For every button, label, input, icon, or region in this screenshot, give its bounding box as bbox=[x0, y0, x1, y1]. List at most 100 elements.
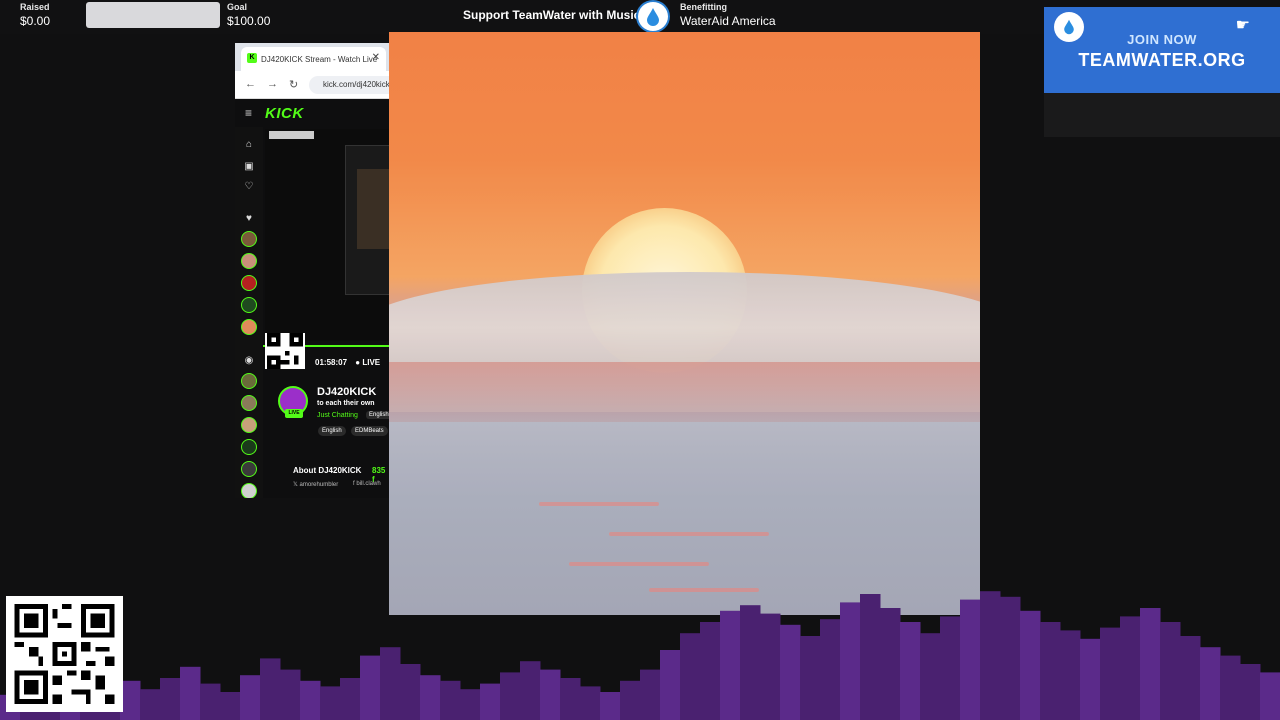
visualizer-bar bbox=[1060, 630, 1081, 720]
avatar[interactable] bbox=[241, 439, 257, 455]
nested-stream-preview bbox=[265, 129, 390, 341]
kick-logo[interactable]: KICK bbox=[265, 105, 304, 122]
visualizer-bar bbox=[1220, 655, 1241, 720]
tab-bar: K DJ420KICK Stream - Watch Live ✕ bbox=[235, 43, 390, 71]
avatar[interactable] bbox=[241, 319, 257, 335]
visualizer-bar bbox=[1100, 627, 1121, 720]
qr-code[interactable] bbox=[6, 596, 123, 712]
visualizer-bar bbox=[520, 661, 541, 720]
visualizer-bar bbox=[260, 658, 281, 720]
goal-label: Goal bbox=[227, 2, 248, 12]
visualizer-bar bbox=[440, 680, 461, 720]
visualizer-bar bbox=[720, 610, 741, 720]
language-tag[interactable]: English bbox=[366, 411, 390, 419]
avatar[interactable] bbox=[241, 483, 257, 498]
water-drop-icon bbox=[636, 0, 670, 33]
avatar[interactable] bbox=[241, 275, 257, 291]
browser-capture: K DJ420KICK Stream - Watch Live ✕ ← → ↻ … bbox=[235, 43, 390, 498]
visualizer-bar bbox=[700, 622, 721, 720]
channel-name[interactable]: DJ420KICK bbox=[317, 386, 376, 398]
visualizer-bar bbox=[620, 680, 641, 720]
visualizer-bar bbox=[820, 619, 841, 720]
raised-label: Raised bbox=[20, 2, 50, 12]
visualizer-bar bbox=[1160, 622, 1181, 720]
visualizer-bar bbox=[500, 672, 521, 720]
social-x-link[interactable]: 𝕏 amorehumbler bbox=[293, 481, 338, 488]
visualizer-bar bbox=[800, 636, 821, 720]
visualizer-bar bbox=[760, 613, 781, 720]
raised-value: $0.00 bbox=[20, 14, 51, 28]
avatar[interactable] bbox=[241, 231, 257, 247]
live-label: LIVE bbox=[362, 358, 381, 367]
about-heading: About DJ420KICK bbox=[293, 466, 362, 475]
kick-favicon-icon: K bbox=[247, 53, 257, 63]
visualizer-bar bbox=[300, 680, 321, 720]
mini-progress-bar bbox=[269, 131, 314, 139]
goal-value: $100.00 bbox=[227, 14, 271, 28]
address-bar: ← → ↻ kick.com/dj420kick bbox=[235, 71, 390, 99]
visualizer-bar bbox=[200, 683, 221, 720]
browser-tab[interactable]: K DJ420KICK Stream - Watch Live ✕ bbox=[241, 47, 386, 71]
visualizer-bar bbox=[420, 675, 441, 720]
avatar[interactable] bbox=[241, 461, 257, 477]
visualizer-bar bbox=[920, 633, 941, 720]
social-fb-handle: bill.clawh bbox=[356, 481, 381, 487]
visualizer-bar bbox=[360, 655, 381, 720]
home-icon[interactable]: ⌂ bbox=[243, 139, 255, 151]
visualizer-bar bbox=[580, 686, 601, 720]
qr-code-icon bbox=[14, 604, 115, 704]
visualizer-bar bbox=[280, 669, 301, 720]
heart-icon[interactable]: ♡ bbox=[243, 181, 255, 193]
visualizer-bar bbox=[940, 616, 961, 720]
visualizer-bar bbox=[560, 678, 581, 720]
stream-time: 01:58:07 bbox=[315, 358, 348, 367]
visualizer-bar bbox=[480, 683, 501, 720]
stream-category[interactable]: Just Chatting bbox=[317, 412, 358, 419]
visualizer-bar bbox=[540, 669, 561, 720]
visualizer-bar bbox=[1240, 664, 1261, 720]
kick-sidebar: ⌂ ▣ ♡ ♥ ◉ bbox=[235, 127, 263, 498]
visualizer-bar bbox=[240, 675, 261, 720]
benefitting-label: Benefitting bbox=[680, 2, 727, 12]
avatar[interactable] bbox=[241, 373, 257, 389]
back-arrow-icon[interactable]: ← bbox=[245, 78, 256, 90]
ghost-overlay bbox=[389, 32, 980, 615]
visualizer-bar bbox=[600, 692, 621, 720]
visualizer-bar bbox=[220, 692, 241, 720]
visualizer-bar bbox=[1040, 622, 1061, 720]
support-text: Support TeamWater with Music bbox=[463, 8, 641, 22]
close-icon[interactable]: ✕ bbox=[372, 52, 380, 63]
visualizer-bar bbox=[140, 689, 161, 720]
visualizer-bar bbox=[160, 678, 181, 720]
teamwater-banner[interactable]: ☛ JOIN NOW TEAMWATER.ORG bbox=[1044, 7, 1280, 93]
avatar[interactable] bbox=[241, 395, 257, 411]
visualizer-bar bbox=[340, 678, 361, 720]
stream-title: to each their own bbox=[317, 400, 375, 407]
avatar[interactable] bbox=[241, 417, 257, 433]
visualizer-bar bbox=[1080, 638, 1101, 720]
avatar[interactable] bbox=[241, 253, 257, 269]
forward-arrow-icon[interactable]: → bbox=[267, 78, 278, 90]
reload-icon[interactable]: ↻ bbox=[289, 78, 298, 91]
teamwater-url: TEAMWATER.ORG bbox=[1078, 50, 1246, 70]
kick-header: ≡ KICK bbox=[235, 99, 390, 127]
visualizer-bar bbox=[1000, 596, 1021, 720]
visualizer-bar bbox=[1120, 616, 1141, 720]
mini-video bbox=[357, 169, 390, 249]
visualizer-bar bbox=[120, 680, 141, 720]
browse-icon[interactable]: ▣ bbox=[243, 161, 255, 173]
visualizer-bar bbox=[1180, 636, 1201, 720]
social-x-handle: amorehumbler bbox=[299, 482, 339, 488]
hamburger-icon[interactable]: ≡ bbox=[245, 106, 252, 120]
url-field[interactable]: kick.com/dj420kick bbox=[309, 76, 390, 94]
tag-edmbeats[interactable]: EDMBeats bbox=[351, 426, 388, 436]
avatar[interactable] bbox=[241, 297, 257, 313]
benefitting-value: WaterAid America bbox=[680, 14, 776, 28]
stream-overlay: Raised $0.00 Goal $100.00 Support TeamWa… bbox=[0, 0, 1280, 720]
tab-title: DJ420KICK Stream - Watch Live bbox=[261, 54, 378, 64]
social-facebook-link[interactable]: f bill.clawh bbox=[353, 481, 381, 487]
tag-english[interactable]: English bbox=[318, 426, 346, 436]
heart-icon: ♥ bbox=[246, 213, 252, 224]
visualizer-bar bbox=[320, 686, 341, 720]
visualizer-bar bbox=[460, 689, 481, 720]
